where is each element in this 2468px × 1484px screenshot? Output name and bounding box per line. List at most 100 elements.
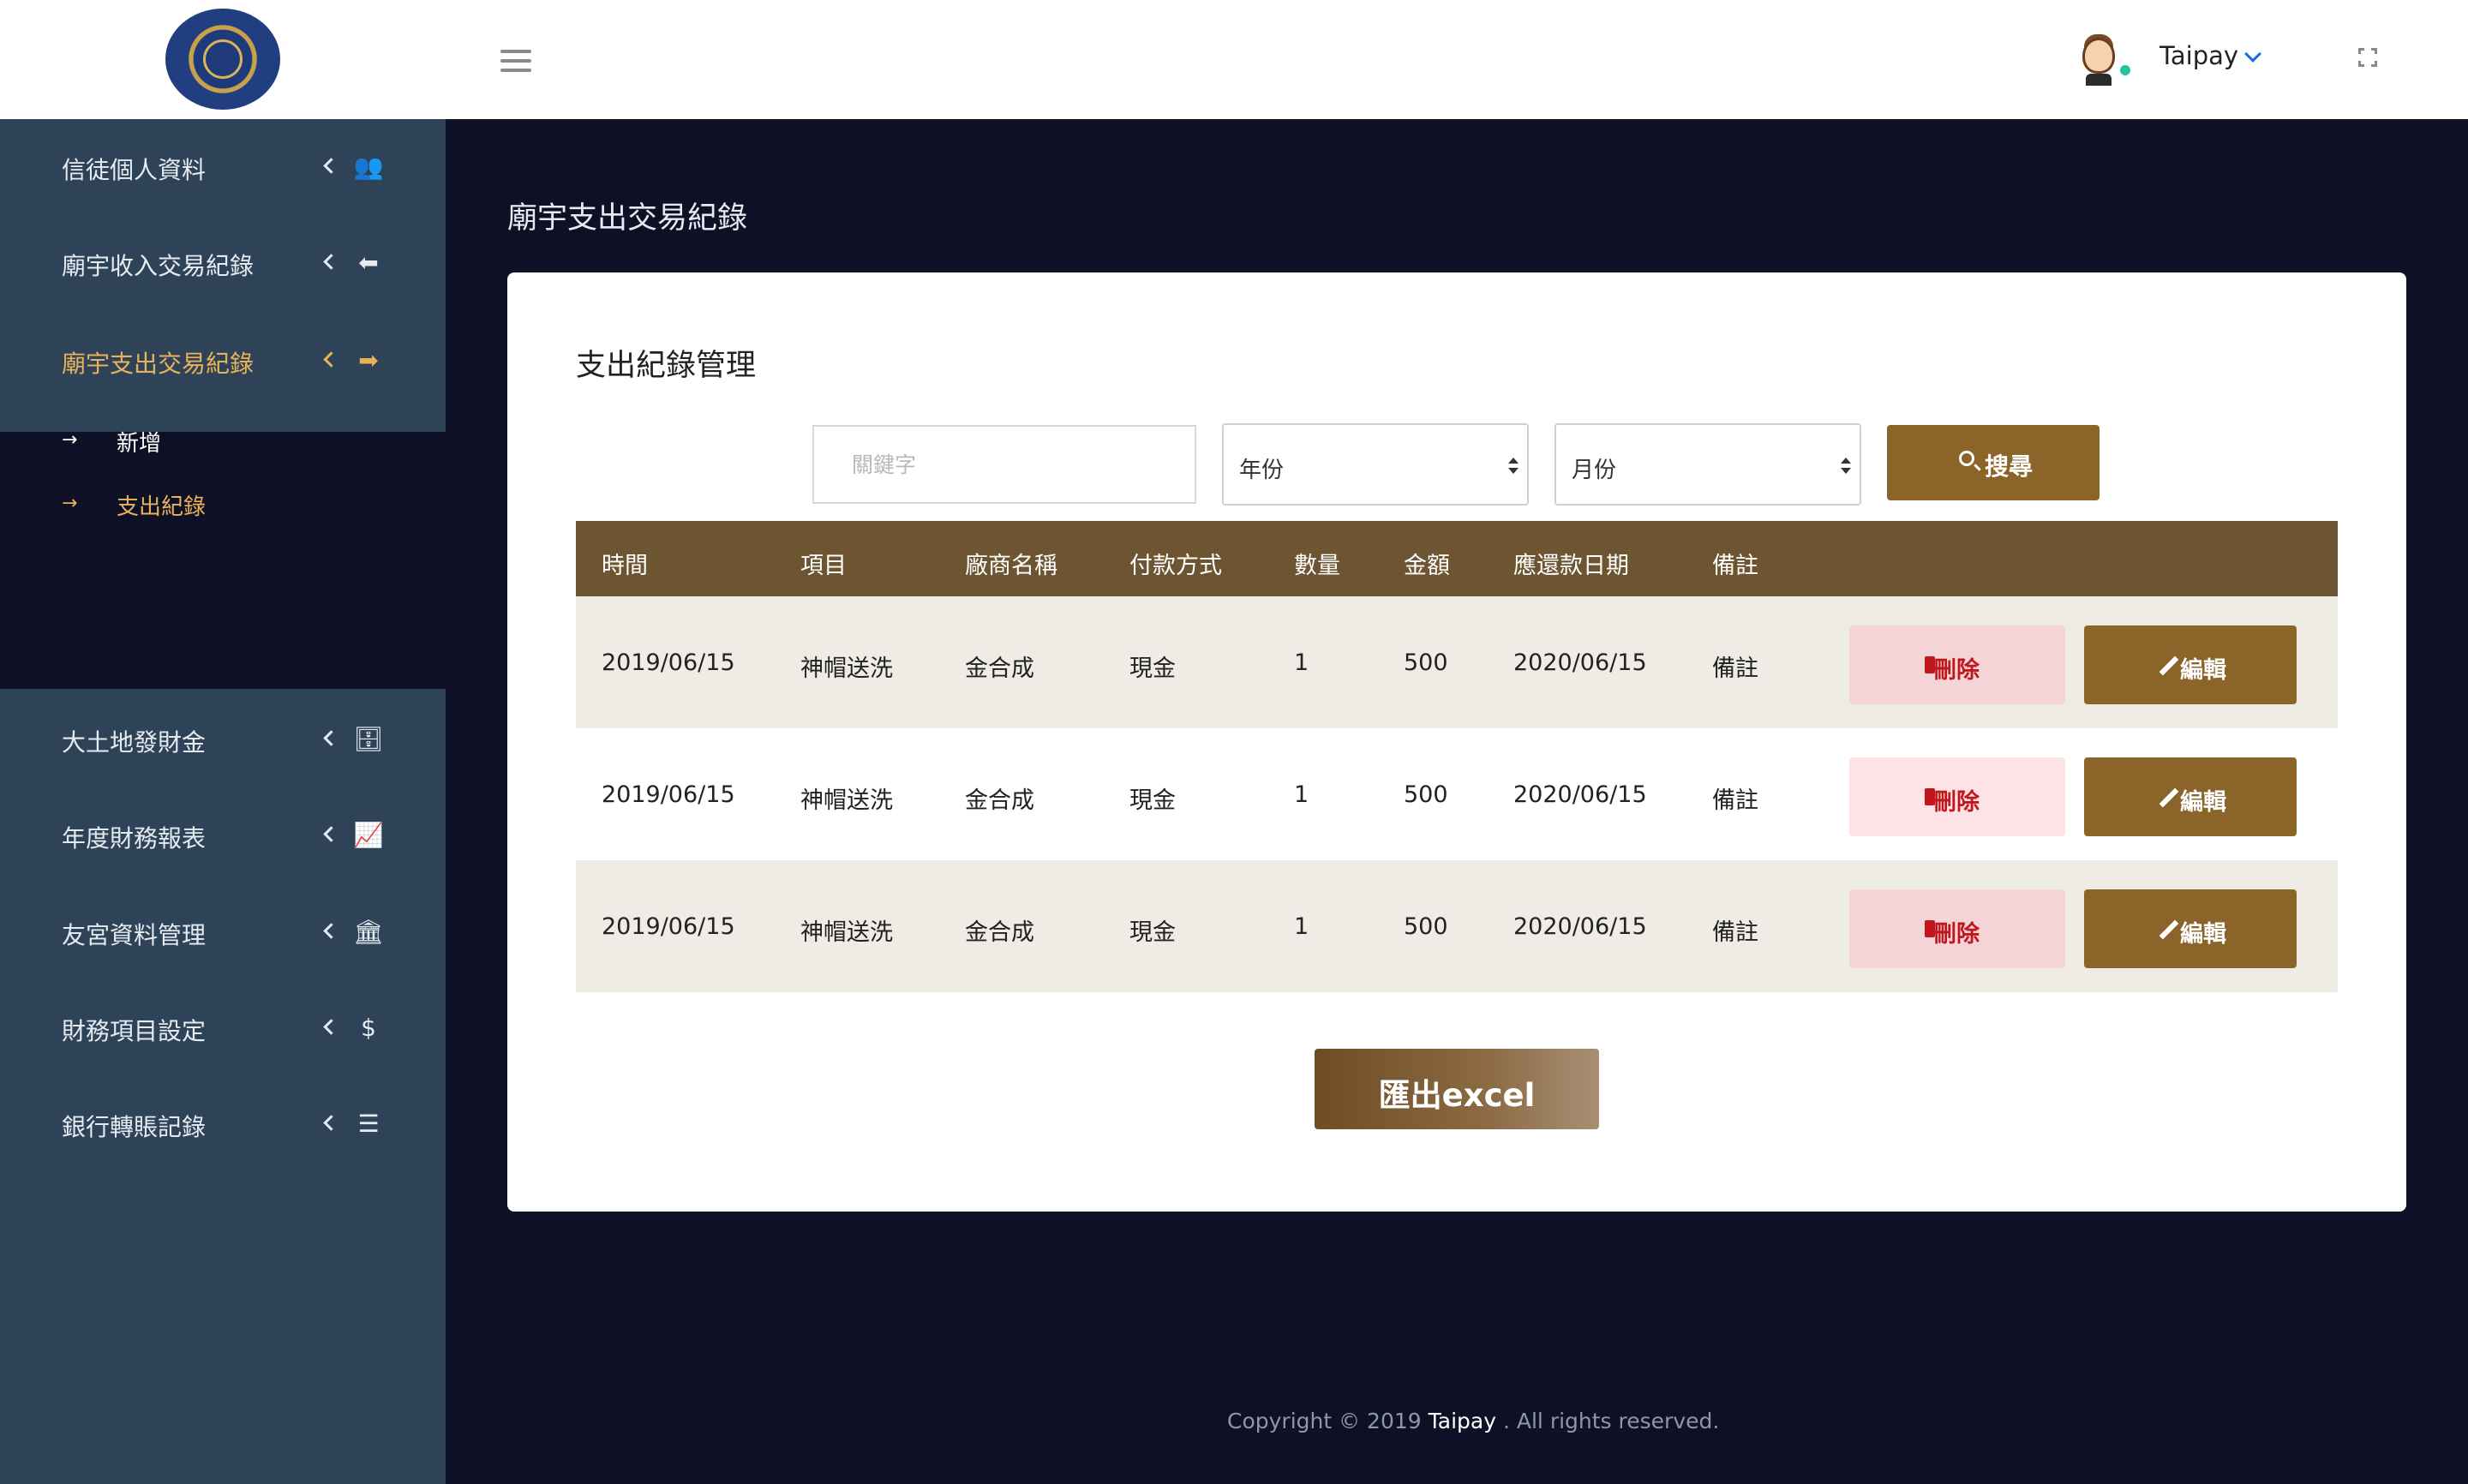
avatar[interactable] — [2077, 33, 2120, 87]
footer-copyright: Copyright © 2019 — [1227, 1409, 1422, 1433]
export-excel-button[interactable]: 匯出excel — [1315, 1049, 1599, 1129]
sidebar-item-label: 大土地發財金 — [62, 728, 207, 757]
cell-amount: 500 — [1404, 781, 1448, 808]
chevron-left-icon — [323, 730, 339, 746]
caret-up-icon — [1508, 458, 1519, 464]
edit-button-label: 編輯 — [2180, 657, 2226, 684]
month-select[interactable]: 月份 — [1554, 423, 1861, 506]
arrow-right-icon: → — [62, 493, 78, 514]
sidebar: 信徒個人資料 👥 廟宇收入交易紀錄 ⬅ 廟宇支出交易紀錄 ➡ → 新增 → 支出… — [0, 119, 446, 1484]
delete-button[interactable]: 刪除 — [1849, 625, 2065, 704]
col-header: 金額 — [1404, 553, 1450, 579]
sidebar-item-finance-settings[interactable]: 財務項目設定 $ — [0, 980, 446, 1076]
bank-icon: 🏛 — [353, 918, 384, 946]
table-header: 時間 項目 廠商名稱 付款方式 數量 金額 應還款日期 備註 — [576, 521, 2338, 596]
sidebar-item-label: 財務項目設定 — [62, 1017, 207, 1045]
cell-amount: 500 — [1404, 913, 1448, 940]
chevron-left-icon — [323, 254, 339, 270]
cell-vendor: 金合成 — [965, 787, 1034, 814]
users-icon: 👥 — [353, 153, 384, 181]
year-select-value: 年份 — [1239, 458, 1285, 483]
chevron-down-icon[interactable] — [2244, 45, 2261, 63]
cell-note: 備註 — [1712, 655, 1758, 682]
chart-area-icon: 📈 — [353, 821, 384, 849]
pencil-icon — [2159, 787, 2179, 808]
sidebar-item-expense[interactable]: 廟宇支出交易紀錄 ➡ — [0, 313, 446, 409]
cell-payment: 現金 — [1129, 655, 1176, 682]
sidebar-item-label: 銀行轉賬記錄 — [62, 1113, 207, 1141]
cell-due-date: 2020/06/15 — [1513, 649, 1647, 676]
edit-button-label: 編輯 — [2180, 921, 2226, 948]
cell-quantity: 1 — [1294, 781, 1309, 808]
hamburger-icon[interactable] — [500, 50, 531, 72]
search-icon — [1959, 451, 1974, 466]
col-header: 付款方式 — [1129, 553, 1222, 579]
col-header: 備註 — [1712, 553, 1758, 579]
submenu-item-label: 新增 — [117, 431, 162, 457]
cell-note: 備註 — [1712, 919, 1758, 946]
table-row: 2019/06/15 神帽送洗 金合成 現金 1 500 2020/06/15 … — [576, 596, 2338, 728]
cell-date: 2019/06/15 — [602, 781, 735, 808]
table-row: 2019/06/15 神帽送洗 金合成 現金 1 500 2020/06/15 … — [576, 728, 2338, 860]
pencil-icon — [2159, 655, 2179, 676]
chevron-left-icon — [323, 158, 339, 174]
table-row: 2019/06/15 神帽送洗 金合成 現金 1 500 2020/06/15 … — [576, 860, 2338, 992]
sidebar-item-partner-temples[interactable]: 友宮資料管理 🏛 — [0, 884, 446, 980]
cell-date: 2019/06/15 — [602, 649, 735, 676]
cell-date: 2019/06/15 — [602, 913, 735, 940]
footer-brand-link[interactable]: Taipay — [1429, 1409, 1496, 1433]
database-icon: 🗄 — [353, 725, 384, 753]
sidebar-item-income[interactable]: 廟宇收入交易紀錄 ⬅ — [0, 215, 446, 311]
fullscreen-icon[interactable] — [2358, 48, 2377, 67]
temple-logo[interactable] — [165, 9, 280, 110]
page-title: 廟宇支出交易紀錄 — [507, 201, 748, 236]
sidebar-item-annual-report[interactable]: 年度財務報表 📈 — [0, 787, 446, 883]
search-button-label: 搜尋 — [1985, 452, 2034, 481]
footer-rights: . All rights reserved. — [1502, 1409, 1720, 1433]
delete-button-label: 刪除 — [1933, 789, 1980, 816]
cell-due-date: 2020/06/15 — [1513, 913, 1647, 940]
delete-button[interactable]: 刪除 — [1849, 889, 2065, 968]
cell-amount: 500 — [1404, 649, 1448, 676]
logo-emblem — [203, 39, 243, 79]
delete-button-label: 刪除 — [1933, 657, 1980, 684]
cell-item: 神帽送洗 — [800, 787, 893, 814]
year-select[interactable]: 年份 — [1222, 423, 1529, 506]
month-select-value: 月份 — [1572, 458, 1617, 483]
cell-due-date: 2020/06/15 — [1513, 781, 1647, 808]
sidebar-item-fortune-fund[interactable]: 大土地發財金 🗄 — [0, 691, 446, 787]
delete-button-label: 刪除 — [1933, 921, 1980, 948]
cell-item: 神帽送洗 — [800, 655, 893, 682]
online-status-dot — [2120, 65, 2130, 75]
chevron-left-icon — [323, 923, 339, 939]
col-header: 廠商名稱 — [965, 553, 1057, 579]
expense-card: 支出紀錄管理 年份 月份 搜尋 時間 項目 廠商名稱 付款方式 數量 金額 應還… — [507, 272, 2406, 1212]
arrow-left-icon: ⬅ — [358, 248, 379, 277]
pencil-icon — [2159, 919, 2179, 940]
username-label[interactable]: Taipay — [2160, 41, 2238, 70]
keyword-input[interactable] — [812, 425, 1196, 504]
cell-note: 備註 — [1712, 787, 1758, 814]
edit-button[interactable]: 編輯 — [2084, 889, 2297, 968]
chevron-left-icon — [323, 1115, 339, 1131]
edit-button[interactable]: 編輯 — [2084, 757, 2297, 836]
caret-down-icon — [1841, 468, 1851, 474]
cell-quantity: 1 — [1294, 649, 1309, 676]
col-header: 時間 — [602, 553, 648, 579]
col-header: 項目 — [800, 553, 847, 579]
chevron-left-icon — [323, 826, 339, 842]
search-button[interactable]: 搜尋 — [1887, 425, 2100, 500]
caret-down-icon — [1508, 468, 1519, 474]
dollar-icon: $ — [361, 1014, 376, 1042]
cell-quantity: 1 — [1294, 913, 1309, 940]
edit-button[interactable]: 編輯 — [2084, 625, 2297, 704]
sidebar-item-members[interactable]: 信徒個人資料 👥 — [0, 119, 446, 215]
export-excel-label: 匯出excel — [1378, 1077, 1536, 1114]
sidebar-item-bank-transfers[interactable]: 銀行轉賬記錄 ☰ — [0, 1076, 446, 1172]
cell-payment: 現金 — [1129, 787, 1176, 814]
caret-up-icon — [1841, 458, 1851, 464]
submenu-item-label: 支出紀錄 — [117, 494, 207, 520]
arrow-right-icon: → — [62, 429, 78, 451]
delete-button[interactable]: 刪除 — [1849, 757, 2065, 836]
sidebar-item-label: 年度財務報表 — [62, 824, 207, 853]
